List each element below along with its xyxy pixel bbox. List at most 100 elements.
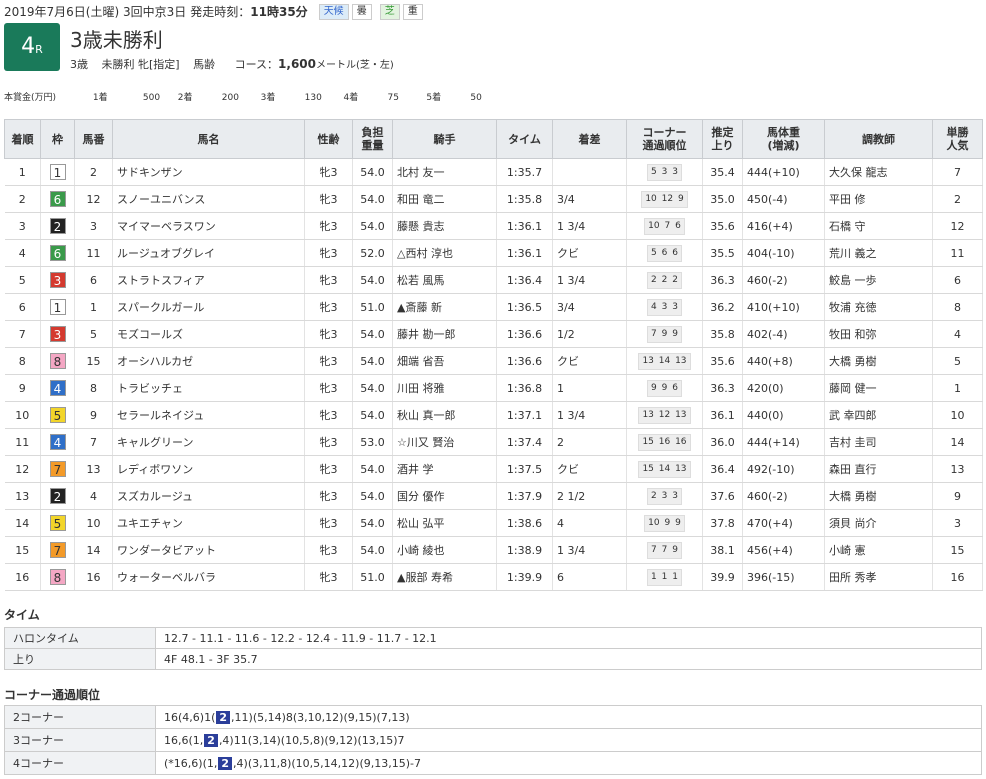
corner-order-text: 16,6(1, — [164, 733, 204, 747]
sex-age-cell: 牝3 — [304, 563, 353, 591]
margin-cell — [552, 158, 627, 186]
jockey-cell: 川田 将雅 — [392, 374, 497, 402]
jockey-cell: 北村 友一 — [392, 158, 497, 186]
sex-age-cell: 牝3 — [304, 239, 353, 267]
horse-number-cell: 2 — [74, 158, 113, 186]
time-cell: 1:37.4 — [496, 428, 553, 456]
corner-cell: 13 14 13 — [626, 347, 703, 375]
trainer-cell: 鮫島 一歩 — [824, 266, 933, 294]
corner-positions: 10 9 9 — [644, 514, 685, 532]
popularity-cell: 15 — [932, 536, 983, 564]
waku-badge: 5 — [49, 515, 66, 531]
trainer-cell: 大久保 龍志 — [824, 158, 933, 186]
corner-cell: 15 14 13 — [626, 455, 703, 483]
highlighted-horse: 2 — [216, 710, 231, 724]
horse-number-cell: 15 — [74, 347, 113, 375]
sex-age-cell: 牝3 — [304, 428, 353, 456]
last-3f-cell: 36.1 — [702, 401, 743, 429]
horse-number-cell: 13 — [74, 455, 113, 483]
body-weight-cell: 450(-4) — [742, 185, 825, 213]
corner-cell: 2 2 2 — [626, 266, 703, 294]
horse-name-cell: トラビッチェ — [112, 374, 305, 402]
jockey-cell: 和田 竜二 — [392, 185, 497, 213]
time-cell: 1:36.1 — [496, 212, 553, 240]
body-weight-cell: 416(+4) — [742, 212, 825, 240]
popularity-cell: 8 — [932, 293, 983, 321]
horse-number-cell: 11 — [74, 239, 113, 267]
body-weight-cell: 470(+4) — [742, 509, 825, 537]
rank-cell: 14 — [4, 509, 41, 537]
horse-name-cell: ルージュオブグレイ — [112, 239, 305, 267]
weight-cell: 54.0 — [352, 266, 393, 294]
corner-label: 2コーナー — [4, 705, 156, 729]
race-number-suffix: R — [35, 43, 43, 56]
rank-cell: 4 — [4, 239, 41, 267]
time-cell: 1:36.1 — [496, 239, 553, 267]
sex-age-cell: 牝3 — [304, 347, 353, 375]
popularity-cell: 1 — [932, 374, 983, 402]
col-header-horse-number: 馬番 — [74, 119, 113, 159]
weight-cell: 51.0 — [352, 293, 393, 321]
waku-badge: 1 — [49, 299, 66, 315]
prize-amount: 200 — [221, 93, 239, 103]
weight-cell: 54.0 — [352, 212, 393, 240]
post-time-label: 発走時刻： — [190, 5, 251, 19]
time-cell: 1:37.1 — [496, 401, 553, 429]
race-date: 2019年7月6日(土曜) 3回中京3日 — [4, 5, 187, 19]
furlong-time-label: ハロンタイム — [4, 627, 156, 649]
col-header-last-3f: 推定 上り — [702, 119, 743, 159]
rank-cell: 9 — [4, 374, 41, 402]
corner-cell: 1 1 1 — [626, 563, 703, 591]
corner-order-text: 16(4,6)1( — [164, 710, 216, 724]
time-cell: 1:36.6 — [496, 347, 553, 375]
jockey-cell: 秋山 真一郎 — [392, 401, 497, 429]
corner-cell: 15 16 16 — [626, 428, 703, 456]
weight-cell: 54.0 — [352, 185, 393, 213]
jockey-cell: 松山 弘平 — [392, 509, 497, 537]
horse-name-cell: マイマーベラスワン — [112, 212, 305, 240]
waku-badge: 3 — [49, 272, 66, 288]
weight-cell: 54.0 — [352, 482, 393, 510]
prize-amount: 75 — [387, 93, 399, 103]
table-row: 8 8 15 オーシハルカゼ 牝3 54.0 畑端 省吾 1:36.6 クビ 13 14 13 35… — [4, 347, 983, 375]
margin-cell: 4 — [552, 509, 627, 537]
corner-order-text: ,11)(5,14)8(3,10,12)(9,15)(7,13) — [231, 710, 410, 724]
race-name: 3歳未勝利 — [70, 28, 163, 52]
jockey-cell: 藤懸 貴志 — [392, 212, 497, 240]
weight-cell: 54.0 — [352, 320, 393, 348]
col-header-body-weight: 馬体重 (増減) — [742, 119, 825, 159]
rank-cell: 7 — [4, 320, 41, 348]
highlighted-horse: 2 — [218, 756, 233, 770]
race-conditions: 3歳 未勝利 牝[指定] 馬齢 コース：1,600メートル(芝・左) — [70, 56, 394, 72]
race-meta: 2019年7月6日(土曜) 3回中京3日 発走時刻： 11時35分 天候 曇 芝… — [4, 3, 423, 20]
last-3f-cell: 36.2 — [702, 293, 743, 321]
sex-age-cell: 牝3 — [304, 482, 353, 510]
last-time-value: 4F 48.1 - 3F 35.7 — [155, 648, 982, 670]
margin-cell: 1 3/4 — [552, 266, 627, 294]
time-cell: 1:37.5 — [496, 455, 553, 483]
sex-age-cell: 牝3 — [304, 320, 353, 348]
sex-age-cell: 牝3 — [304, 185, 353, 213]
weight-cell: 54.0 — [352, 536, 393, 564]
margin-cell: クビ — [552, 347, 627, 375]
table-row: 4 6 11 ルージュオブグレイ 牝3 52.0 △西村 淳也 1:36.1 クビ 5 6 6 35… — [4, 239, 983, 267]
waku-cell: 5 — [40, 401, 75, 429]
trainer-cell: 森田 直行 — [824, 455, 933, 483]
popularity-cell: 9 — [932, 482, 983, 510]
waku-cell: 6 — [40, 185, 75, 213]
time-cell: 1:36.6 — [496, 320, 553, 348]
course-distance: 1,600 — [278, 57, 317, 71]
corner-section-title: コーナー通過順位 — [4, 688, 101, 702]
last-3f-cell: 37.8 — [702, 509, 743, 537]
rank-cell: 6 — [4, 293, 41, 321]
col-header-rank: 着順 — [4, 119, 41, 159]
rank-cell: 10 — [4, 401, 41, 429]
weight-cell: 54.0 — [352, 374, 393, 402]
weight-cell: 54.0 — [352, 347, 393, 375]
horse-name-cell: オーシハルカゼ — [112, 347, 305, 375]
table-row: 2コーナー 16(4,6)1(2,11)(5,14)8(3,10,12)(9,1… — [4, 705, 982, 729]
body-weight-cell: 460(-2) — [742, 482, 825, 510]
corner-order: 16(4,6)1(2,11)(5,14)8(3,10,12)(9,15)(7,1… — [155, 705, 982, 729]
col-header-sex-age: 性齢 — [304, 119, 353, 159]
horse-number-cell: 9 — [74, 401, 113, 429]
